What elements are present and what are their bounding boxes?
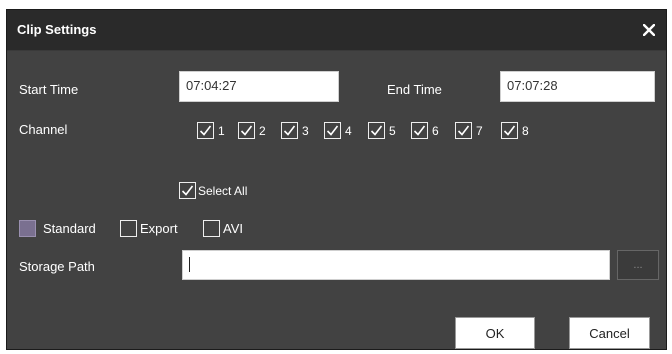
browse-button[interactable]: ... [617,250,659,280]
check-icon [457,125,470,136]
channel-1-label: 1 [218,124,225,138]
ok-button[interactable]: OK [455,317,535,349]
title-bar: Clip Settings [7,10,666,51]
check-icon [370,125,383,136]
channel-8-checkbox[interactable] [501,122,518,139]
avi-label: AVI [223,221,243,236]
clip-settings-dialog: Clip Settings Start Time 07:04:27 End Ti… [6,9,667,350]
channel-label: Channel [19,122,68,137]
end-time-input[interactable]: 07:07:28 [500,71,655,102]
start-time-label: Start Time [19,82,79,97]
check-icon [240,125,253,136]
avi-option[interactable] [203,220,220,237]
check-icon [503,125,516,136]
channel-4-label: 4 [345,124,352,138]
channel-5-checkbox[interactable] [368,122,385,139]
check-icon [199,125,212,136]
channel-4-checkbox[interactable] [324,122,341,139]
export-label: Export [140,221,178,236]
storage-path-input[interactable] [182,250,610,280]
channel-3-checkbox[interactable] [281,122,298,139]
close-button[interactable] [638,19,660,41]
channel-6-checkbox[interactable] [411,122,428,139]
channel-7-label: 7 [476,124,483,138]
channel-6-label: 6 [432,124,439,138]
export-option[interactable] [120,220,137,237]
check-icon [413,125,426,136]
channel-7-checkbox[interactable] [455,122,472,139]
close-icon [643,24,655,36]
start-time-input[interactable]: 07:04:27 [179,71,339,102]
channel-3-label: 3 [302,124,309,138]
standard-option[interactable] [19,220,36,237]
cancel-button[interactable]: Cancel [569,317,650,349]
channel-2-checkbox[interactable] [238,122,255,139]
dialog-title: Clip Settings [17,22,97,37]
check-icon [181,185,194,196]
check-icon [326,125,339,136]
channel-5-label: 5 [389,124,396,138]
select-all-checkbox[interactable] [179,182,196,199]
end-time-label: End Time [387,82,442,97]
channel-2-label: 2 [259,124,266,138]
select-all-label: Select All [198,184,248,198]
standard-label: Standard [43,221,96,236]
text-cursor [189,257,190,272]
check-icon [283,125,296,136]
storage-path-label: Storage Path [19,259,95,274]
channel-1-checkbox[interactable] [197,122,214,139]
channel-8-label: 8 [522,124,529,138]
